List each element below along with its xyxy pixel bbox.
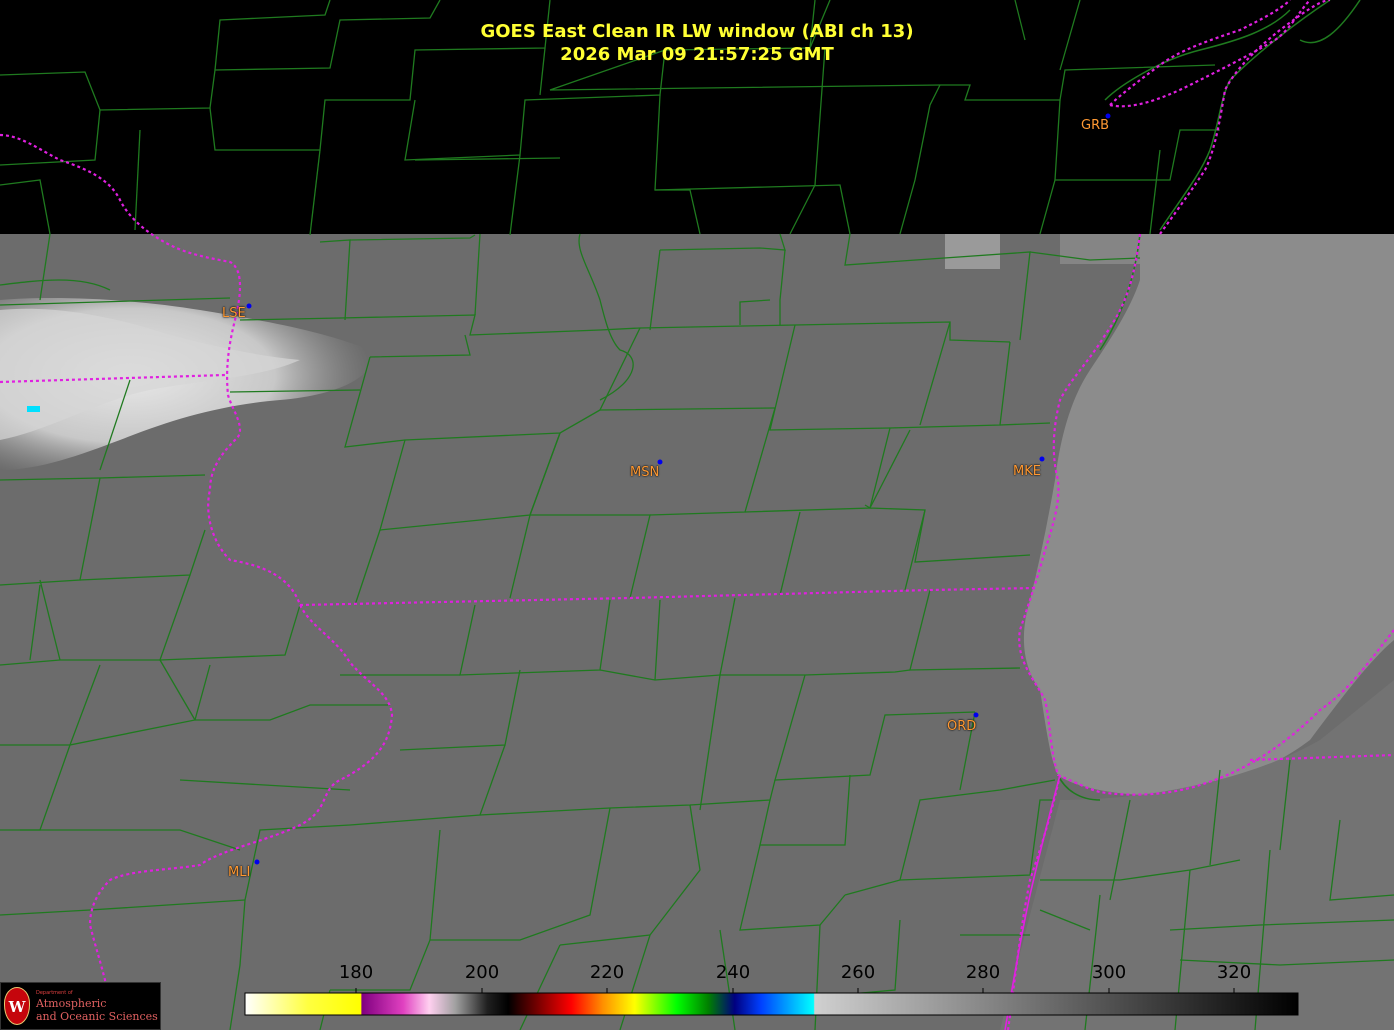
colorbar — [244, 992, 1299, 1016]
station-label-lse: LSE — [222, 306, 246, 321]
logo-name-line1: Atmospheric — [36, 997, 107, 1010]
image-title-line2: 2026 Mar 09 21:57:25 GMT — [560, 44, 834, 65]
station-dot-msn — [657, 459, 663, 465]
station-dot-mli — [254, 859, 260, 865]
station-label-mli: MLI — [228, 865, 251, 880]
colorbar-tick-label: 300 — [1091, 962, 1127, 983]
colorbar-tick-label: 280 — [965, 962, 1001, 983]
image-title-line1: GOES East Clean IR LW window (ABI ch 13) — [480, 21, 914, 42]
logo-name-line2: and Oceanic Sciences — [36, 1010, 158, 1023]
station-label-msn: MSN — [630, 465, 660, 480]
uw-seal-icon: W — [4, 987, 30, 1025]
station-label-grb: GRB — [1081, 118, 1110, 133]
colorbar-tick-label: 200 — [464, 962, 500, 983]
cloud-patch — [945, 234, 1000, 269]
cold-cloud-pixel — [27, 406, 40, 412]
station-label-mke: MKE — [1013, 464, 1041, 479]
logo-department-text: Department of — [36, 990, 73, 996]
satellite-map — [0, 0, 1394, 1030]
colorbar-tick-label: 320 — [1216, 962, 1252, 983]
aos-logo: W Department of Atmospheric and Oceanic … — [0, 982, 161, 1030]
station-dot-mke — [1039, 456, 1045, 462]
station-label-ord: ORD — [947, 719, 977, 734]
colorbar-tick-label: 240 — [715, 962, 751, 983]
station-dot-ord — [973, 712, 979, 718]
colorbar-tick-label: 220 — [589, 962, 625, 983]
colorbar-tick-label: 260 — [840, 962, 876, 983]
colorbar-tick-label: 180 — [338, 962, 374, 983]
station-dot-lse — [246, 303, 252, 309]
